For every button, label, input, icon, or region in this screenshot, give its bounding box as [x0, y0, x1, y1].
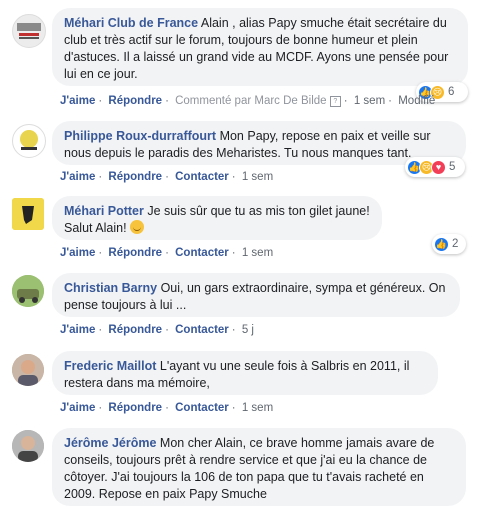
comment-author[interactable]: Philippe Roux-durraffourt [64, 129, 216, 143]
comment-bubble: Christian Barny Oui, un gars extraordina… [52, 273, 460, 317]
heart-icon: ♥ [431, 159, 446, 175]
comment-author[interactable]: Frederic Maillot [64, 359, 156, 373]
reactions-badge[interactable]: 👍 2 [432, 234, 466, 254]
contact-link[interactable]: Contacter [175, 324, 229, 336]
comment-actions: J'aime · Répondre · Contacter · 1 sem [60, 247, 274, 259]
comment-author[interactable]: Méhari Club de France [64, 16, 198, 30]
contact-link[interactable]: Contacter [175, 402, 229, 414]
like-link[interactable]: J'aime [60, 171, 95, 183]
contact-link[interactable]: Contacter [175, 171, 229, 183]
reply-link[interactable]: Répondre [108, 171, 162, 183]
like-link[interactable]: J'aime [60, 247, 95, 259]
timestamp[interactable]: 1 sem [354, 95, 385, 107]
comment-bubble: Frederic Maillot L'ayant vu une seule fo… [52, 351, 438, 395]
avatar[interactable] [12, 430, 44, 462]
club-logo-icon [17, 23, 41, 39]
comment-bubble: Philippe Roux-durraffourt Mon Papy, repo… [52, 121, 466, 165]
club-logo-icon [20, 130, 38, 150]
timestamp[interactable]: 1 sem [242, 247, 273, 259]
reply-link[interactable]: Répondre [108, 95, 162, 107]
thumbs-up-icon: 👍 [434, 236, 449, 252]
avatar[interactable] [12, 14, 46, 48]
comment-bubble: Méhari Club de France Alain , alias Papy… [52, 8, 468, 86]
like-link[interactable]: J'aime [60, 402, 95, 414]
reactions-count: 6 [448, 86, 455, 98]
reactions-badge[interactable]: 👍 😢 ♥ 5 [405, 157, 465, 177]
timestamp[interactable]: 1 sem [242, 171, 273, 183]
profile-photo-icon [12, 354, 44, 386]
smile-emoji-icon [130, 220, 145, 234]
avatar[interactable] [12, 124, 46, 158]
comment-actions: J'aime · Répondre · Contacter · 5 j [60, 324, 254, 336]
comment-actions: J'aime · Répondre · Commenté par Marc De B… [60, 95, 436, 107]
comment-author[interactable]: Christian Barny [64, 281, 157, 295]
like-link[interactable]: J'aime [60, 324, 95, 336]
reactions-count: 5 [449, 161, 456, 173]
edited-label[interactable]: Modifié [398, 95, 435, 107]
timestamp[interactable]: 5 j [242, 324, 254, 336]
profile-photo-icon [12, 430, 44, 462]
commented-by[interactable]: Commenté par Marc De Bilde [175, 95, 326, 107]
club-logo-icon [12, 198, 44, 230]
like-link[interactable]: J'aime [60, 95, 95, 107]
profile-photo-icon [12, 275, 44, 307]
comment-actions: J'aime · Répondre · Contacter · 1 sem [60, 171, 274, 183]
reply-link[interactable]: Répondre [108, 324, 162, 336]
reply-link[interactable]: Répondre [108, 247, 162, 259]
comment-actions: J'aime · Répondre · Contacter · 1 sem [60, 402, 274, 414]
comment-bubble: Jérôme Jérôme Mon cher Alain, ce brave h… [52, 428, 466, 506]
avatar[interactable] [12, 198, 44, 230]
reactions-count: 2 [452, 238, 459, 250]
contact-link[interactable]: Contacter [175, 247, 229, 259]
reply-link[interactable]: Répondre [108, 402, 162, 414]
comment-author[interactable]: Jérôme Jérôme [64, 436, 156, 450]
comment-bubble: Méhari Potter Je suis sûr que tu as mis … [52, 196, 382, 240]
timestamp[interactable]: 1 sem [242, 402, 273, 414]
comment-author[interactable]: Méhari Potter [64, 204, 144, 218]
avatar[interactable] [12, 354, 44, 386]
avatar[interactable] [12, 275, 44, 307]
info-icon[interactable]: ? [329, 96, 341, 107]
